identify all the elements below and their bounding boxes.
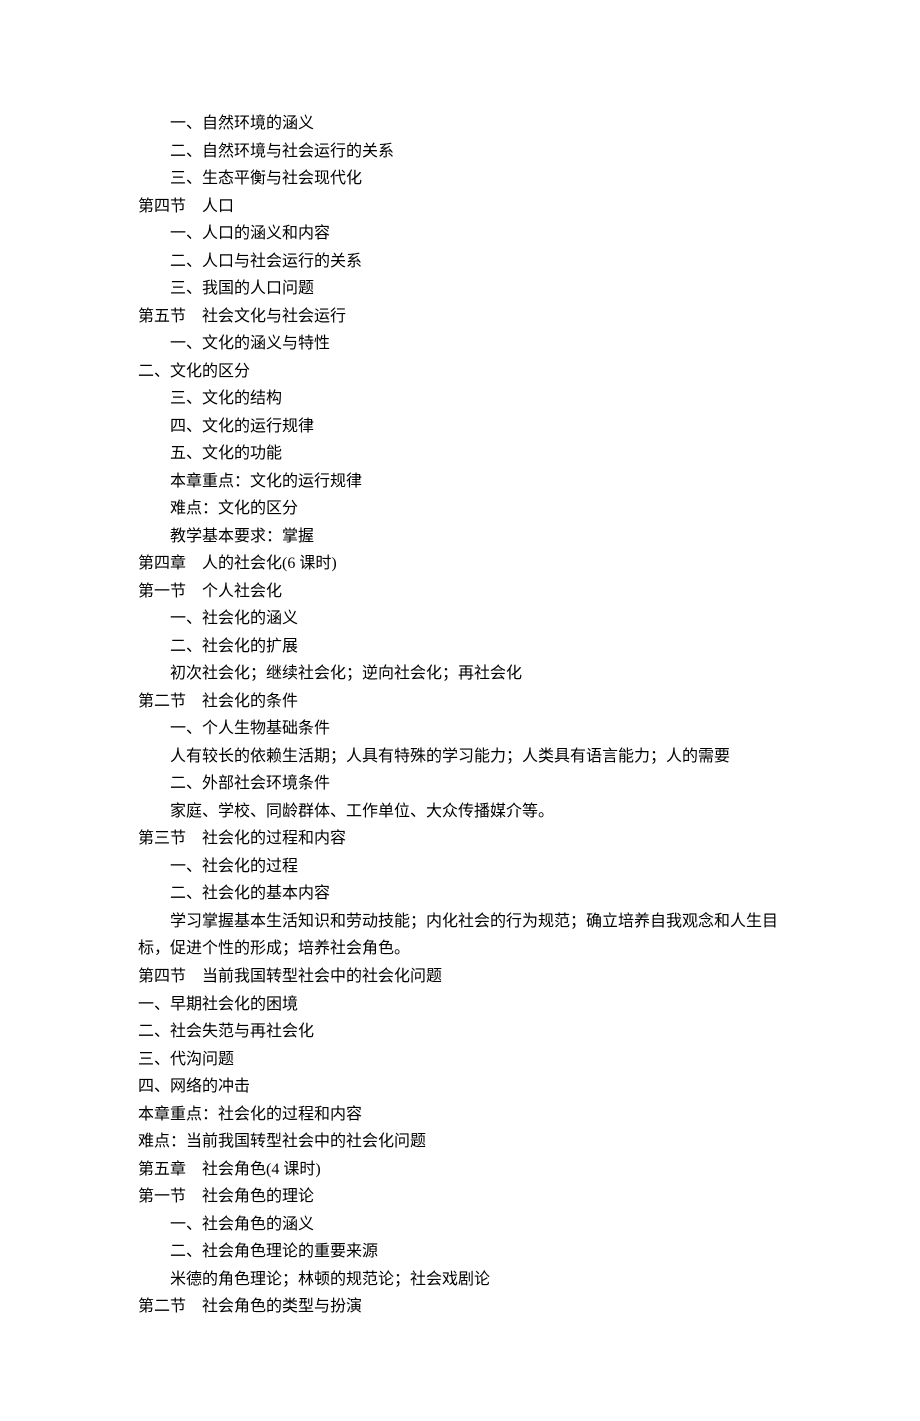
outline-line: 难点：文化的区分 (170, 495, 782, 523)
outline-line: 二、外部社会环境条件 (170, 770, 782, 798)
outline-line: 第五节 社会文化与社会运行 (138, 303, 782, 331)
outline-line: 标，促进个性的形成；培养社会角色。 (138, 935, 782, 963)
outline-line: 本章重点：社会化的过程和内容 (138, 1101, 782, 1129)
outline-line: 第一节 社会角色的理论 (138, 1183, 782, 1211)
outline-line: 五、文化的功能 (170, 440, 782, 468)
outline-line: 二、自然环境与社会运行的关系 (170, 138, 782, 166)
outline-line: 一、文化的涵义与特性 (170, 330, 782, 358)
outline-line: 一、社会化的过程 (170, 853, 782, 881)
outline-line: 家庭、学校、同龄群体、工作单位、大众传播媒介等。 (170, 798, 782, 826)
outline-line: 一、个人生物基础条件 (170, 715, 782, 743)
outline-line: 四、文化的运行规律 (170, 413, 782, 441)
outline-line: 第三节 社会化的过程和内容 (138, 825, 782, 853)
outline-line: 第一节 个人社会化 (138, 578, 782, 606)
document-page: 一、自然环境的涵义二、自然环境与社会运行的关系三、生态平衡与社会现代化第四节 人… (0, 0, 920, 1421)
outline-line: 一、人口的涵义和内容 (170, 220, 782, 248)
outline-line: 学习掌握基本生活知识和劳动技能；内化社会的行为规范；确立培养自我观念和人生目 (170, 908, 782, 936)
outline-line: 一、早期社会化的困境 (138, 991, 782, 1019)
outline-line: 二、社会化的基本内容 (170, 880, 782, 908)
outline-line: 米德的角色理论；林顿的规范论；社会戏剧论 (170, 1266, 782, 1294)
outline-line: 一、自然环境的涵义 (170, 110, 782, 138)
outline-line: 三、代沟问题 (138, 1046, 782, 1074)
outline-line: 难点：当前我国转型社会中的社会化问题 (138, 1128, 782, 1156)
outline-line: 第四节 当前我国转型社会中的社会化问题 (138, 963, 782, 991)
outline-line: 二、社会化的扩展 (170, 633, 782, 661)
outline-line: 第四节 人口 (138, 193, 782, 221)
outline-line: 一、社会角色的涵义 (170, 1211, 782, 1239)
outline-line: 第五章 社会角色(4 课时) (138, 1156, 782, 1184)
outline-line: 三、生态平衡与社会现代化 (170, 165, 782, 193)
outline-line: 人有较长的依赖生活期；人具有特殊的学习能力；人类具有语言能力；人的需要 (170, 743, 782, 771)
outline-line: 三、文化的结构 (170, 385, 782, 413)
outline-line: 第四章 人的社会化(6 课时) (138, 550, 782, 578)
outline-line: 四、网络的冲击 (138, 1073, 782, 1101)
outline-line: 二、文化的区分 (138, 358, 782, 386)
outline-line: 三、我国的人口问题 (170, 275, 782, 303)
outline-line: 二、人口与社会运行的关系 (170, 248, 782, 276)
outline-line: 初次社会化；继续社会化；逆向社会化；再社会化 (170, 660, 782, 688)
outline-line: 教学基本要求：掌握 (170, 523, 782, 551)
outline-line: 二、社会失范与再社会化 (138, 1018, 782, 1046)
outline-line: 一、社会化的涵义 (170, 605, 782, 633)
outline-line: 二、社会角色理论的重要来源 (170, 1238, 782, 1266)
outline-line: 本章重点：文化的运行规律 (170, 468, 782, 496)
outline-line: 第二节 社会角色的类型与扮演 (138, 1293, 782, 1321)
outline-line: 第二节 社会化的条件 (138, 688, 782, 716)
